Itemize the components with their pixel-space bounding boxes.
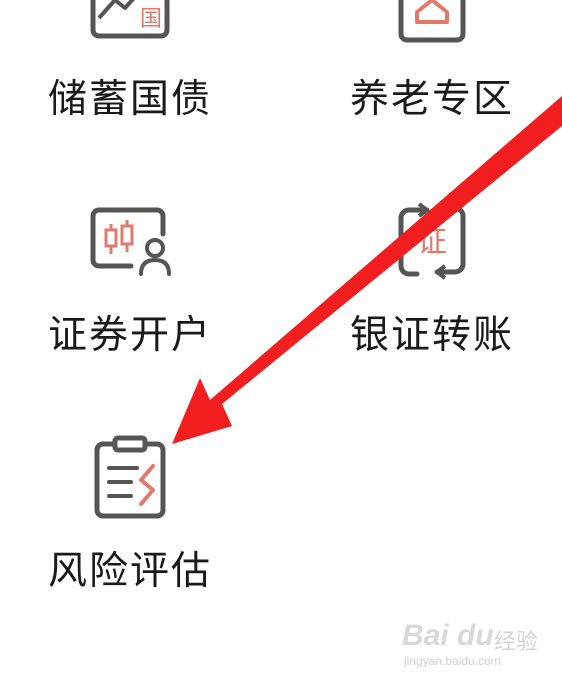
clipboard-risk-icon — [94, 435, 166, 519]
menu-item-label: 养老专区 — [349, 77, 514, 122]
menu-item-label: 储蓄国债 — [47, 77, 212, 122]
svg-text:证: 证 — [417, 225, 447, 260]
menu-item-label: 风险评估 — [47, 549, 212, 594]
candlestick-user-icon — [90, 207, 171, 276]
menu-item-label: 证券开户 — [47, 313, 212, 358]
menu-item-label: 银证转账 — [349, 313, 514, 358]
chart-growth-icon: 国 — [90, 0, 170, 39]
watermark-text: 经验 — [494, 630, 539, 655]
pension-house-icon — [398, 0, 466, 43]
svg-text:国: 国 — [140, 7, 162, 32]
watermark-logo: Bai du — [402, 619, 494, 652]
transfer-cycle-icon: 证 — [398, 202, 466, 280]
watermark-url: jingyan.baidu.com — [404, 654, 501, 668]
baidu-jingyan-watermark: Bai du 经验 jingyan.baidu.com — [402, 618, 542, 672]
